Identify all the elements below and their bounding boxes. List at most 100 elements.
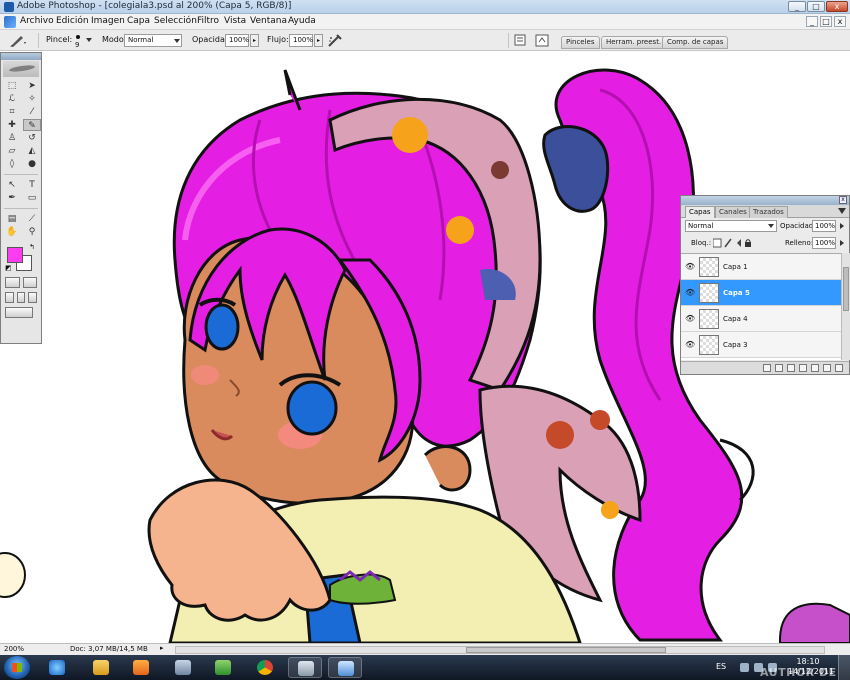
bridge-icon[interactable]	[535, 33, 549, 47]
panel-menu-icon[interactable]	[838, 208, 846, 215]
menu-seleccion[interactable]: Selección	[154, 16, 197, 26]
brush-tool-icon[interactable]: ✎	[23, 119, 41, 131]
scrollbar-thumb[interactable]	[843, 267, 849, 311]
taskbar-file-explorer[interactable]	[84, 657, 118, 678]
photoshop-logo-icon[interactable]	[4, 16, 16, 28]
opacity-slider-arrow-icon[interactable]: ▸	[250, 34, 259, 47]
swap-colors-icon[interactable]: ↰	[29, 243, 35, 251]
flow-slider-arrow-icon[interactable]: ▸	[314, 34, 323, 47]
layer-row-capa-5[interactable]: 👁 Capa 5	[681, 280, 841, 306]
new-group-icon[interactable]	[811, 364, 819, 372]
visibility-eye-icon[interactable]: 👁	[685, 288, 695, 297]
menu-edicion[interactable]: Edición	[56, 16, 89, 26]
blend-mode-select[interactable]: Normal	[685, 220, 777, 232]
language-indicator[interactable]: ES	[716, 662, 726, 671]
marquee-tool-icon[interactable]: ⬚	[3, 80, 21, 92]
menu-archivo[interactable]: Archivo	[20, 16, 54, 26]
layer-list-scrollbar[interactable]	[841, 253, 850, 360]
pen-tool-icon[interactable]: ✒	[3, 192, 21, 204]
fill-input[interactable]: 100%	[812, 237, 836, 249]
taskbar-messenger[interactable]	[206, 657, 240, 678]
start-button[interactable]	[4, 656, 30, 679]
clone-stamp-tool-icon[interactable]: ♙	[3, 132, 21, 144]
healing-brush-tool-icon[interactable]: ✚	[3, 119, 21, 131]
show-desktop-button[interactable]	[838, 655, 850, 680]
jump-to-imageready-icon[interactable]	[5, 307, 33, 318]
dodge-tool-icon[interactable]: ●	[23, 158, 41, 170]
minimize-button[interactable]: _	[788, 1, 806, 12]
taskbar-paint-tool[interactable]	[166, 657, 200, 678]
menu-capa[interactable]: Capa	[127, 16, 150, 26]
zoom-tool-icon[interactable]: ⚲	[23, 226, 41, 238]
brush-tool-preset-icon[interactable]	[8, 34, 26, 48]
blur-tool-icon[interactable]: ◊	[3, 158, 21, 170]
horizontal-scrollbar[interactable]	[175, 646, 825, 654]
tab-trazados[interactable]: Trazados	[749, 206, 788, 218]
close-button[interactable]: x	[826, 1, 848, 12]
full-screen-menu-mode-icon[interactable]	[16, 292, 26, 303]
layers-panel-close-icon[interactable]: x	[839, 196, 847, 204]
move-tool-icon[interactable]: ➤	[23, 80, 41, 92]
dock-tab-composiciones-de-capas[interactable]: Comp. de capas	[662, 36, 729, 49]
taskbar-photoshop[interactable]	[328, 657, 362, 678]
quick-mask-mode-icon[interactable]	[22, 277, 37, 288]
tray-arrow-icon[interactable]	[740, 663, 749, 672]
lock-options-icons[interactable]	[713, 238, 753, 248]
doc-restore-button[interactable]: □	[820, 16, 832, 27]
opacity-input[interactable]: 100%	[225, 34, 249, 47]
adobe-feather-icon[interactable]	[3, 61, 39, 77]
layer-opacity-arrow-icon[interactable]	[838, 222, 846, 230]
crop-tool-icon[interactable]: ⌗	[3, 106, 21, 118]
menu-ayuda[interactable]: Ayuda	[288, 16, 316, 26]
visibility-eye-icon[interactable]: 👁	[685, 262, 695, 271]
visibility-eye-icon[interactable]: 👁	[685, 340, 695, 349]
taskbar-chrome[interactable]	[248, 657, 282, 678]
doc-close-button[interactable]: x	[834, 16, 846, 27]
palette-well-icon[interactable]	[514, 34, 526, 46]
brush-preview-dot[interactable]	[74, 33, 82, 41]
zoom-level[interactable]: 200%	[4, 645, 24, 653]
layer-row-capa-3[interactable]: 👁 Capa 3	[681, 332, 841, 358]
brush-picker-chevron-icon[interactable]	[86, 38, 92, 43]
fill-arrow-icon[interactable]	[838, 239, 846, 247]
layer-row-capa-4[interactable]: 👁 Capa 4	[681, 306, 841, 332]
layer-style-icon[interactable]	[775, 364, 783, 372]
layer-opacity-input[interactable]: 100%	[812, 220, 836, 232]
doc-minimize-button[interactable]: _	[806, 16, 818, 27]
type-tool-icon[interactable]: T	[23, 179, 41, 191]
slice-tool-icon[interactable]: ⁄	[23, 106, 41, 118]
menu-ventana[interactable]: Ventana	[250, 16, 287, 26]
layers-panel-titlebar[interactable]: x	[681, 196, 849, 205]
new-layer-icon[interactable]	[823, 364, 831, 372]
adjustment-layer-icon[interactable]	[799, 364, 807, 372]
status-menu-arrow-icon[interactable]: ▸	[160, 644, 164, 652]
taskbar-internet-explorer[interactable]	[40, 657, 74, 678]
maximize-button[interactable]: □	[807, 1, 825, 12]
paint-bucket-tool-icon[interactable]: ◭	[23, 145, 41, 157]
menu-filtro[interactable]: Filtro	[197, 16, 219, 26]
horizontal-scrollbar-thumb[interactable]	[466, 647, 666, 653]
layer-row-capa-1[interactable]: 👁 Capa 1	[681, 254, 841, 280]
taskbar-window-switcher[interactable]	[288, 657, 322, 678]
standard-mode-icon[interactable]	[5, 277, 20, 288]
standard-screen-mode-icon[interactable]	[5, 292, 14, 303]
airbrush-icon[interactable]	[327, 33, 343, 48]
menu-vista[interactable]: Vista	[224, 16, 246, 26]
flow-input[interactable]: 100%	[289, 34, 313, 47]
foreground-color-swatch[interactable]	[7, 247, 23, 263]
tab-canales[interactable]: Canales	[715, 206, 751, 218]
full-screen-mode-icon[interactable]	[28, 292, 38, 303]
eraser-tool-icon[interactable]: ▱	[3, 145, 21, 157]
default-colors-icon[interactable]: ◩	[5, 264, 12, 272]
taskbar-media-player[interactable]	[124, 657, 158, 678]
eyedropper-tool-icon[interactable]: ⟋	[23, 213, 41, 225]
path-selection-tool-icon[interactable]: ↖	[3, 179, 21, 191]
tab-capas[interactable]: Capas	[685, 206, 715, 218]
lasso-tool-icon[interactable]: ℒ	[3, 93, 21, 105]
dock-tab-pinceles[interactable]: Pinceles	[561, 36, 600, 49]
hand-tool-icon[interactable]: ✋	[3, 226, 21, 238]
toolbox-grip[interactable]	[1, 53, 41, 60]
visibility-eye-icon[interactable]: 👁	[685, 314, 695, 323]
history-brush-tool-icon[interactable]: ↺	[23, 132, 41, 144]
delete-layer-icon[interactable]	[835, 364, 843, 372]
